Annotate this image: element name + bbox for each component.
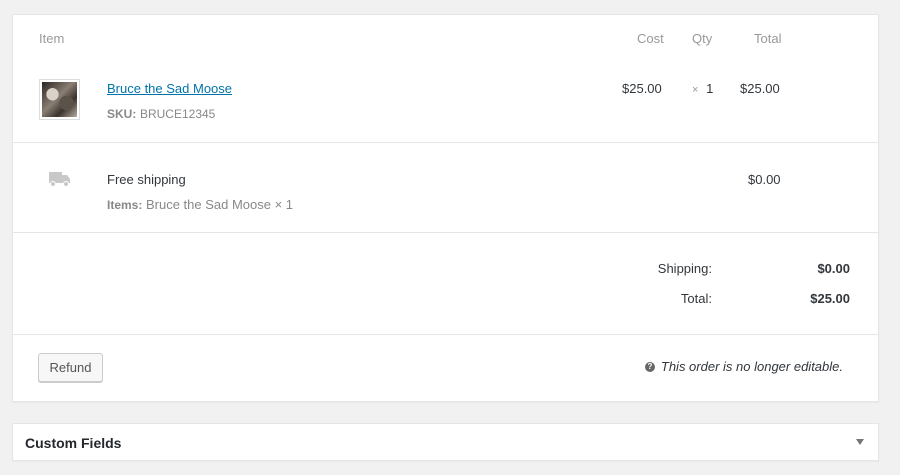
triangle-down-icon[interactable] [856, 439, 864, 445]
shipping-items-value: Bruce the Sad Moose × 1 [145, 197, 294, 212]
qty-value: 1 [706, 81, 714, 96]
shipping-line-total: $0.00 [748, 172, 781, 187]
refund-button[interactable]: Refund [38, 353, 103, 382]
qty-times: × [692, 84, 699, 96]
shipping-method-name: Free shipping [107, 172, 186, 187]
help-icon[interactable]: ? [644, 361, 655, 372]
item-cost: $25.00 [622, 81, 662, 96]
totals-shipping-label: Shipping: [657, 261, 712, 276]
totals-total-label: Total: [680, 291, 712, 306]
divider [13, 232, 878, 233]
sku-value: BRUCE12345 [139, 107, 216, 121]
truck-icon [49, 171, 71, 190]
divider [13, 334, 878, 335]
divider [13, 142, 878, 143]
product-thumbnail[interactable] [39, 79, 80, 120]
header-item: Item [39, 31, 65, 46]
not-editable-notice: ? This order is no longer editable. [644, 359, 843, 374]
notice-text: This order is no longer editable. [660, 359, 843, 374]
custom-fields-panel[interactable]: Custom Fields [12, 423, 879, 461]
item-total: $25.00 [740, 81, 780, 96]
product-link[interactable]: Bruce the Sad Moose [107, 81, 232, 96]
shipping-items: Items: Bruce the Sad Moose × 1 [107, 197, 293, 212]
product-sku: SKU: BRUCE12345 [107, 106, 215, 121]
order-items-panel: Item Cost Qty Total Bruce the Sad Moose … [12, 14, 879, 402]
header-total: Total [754, 31, 782, 46]
header-qty: Qty [692, 31, 713, 46]
totals-shipping-value: $0.00 [817, 261, 850, 276]
item-qty: × 1 [692, 81, 713, 96]
sku-label: SKU: [107, 107, 137, 121]
shipping-items-label: Items: [107, 198, 143, 212]
custom-fields-title[interactable]: Custom Fields [25, 435, 121, 451]
header-cost: Cost [637, 31, 664, 46]
totals-total-value: $25.00 [810, 291, 850, 306]
